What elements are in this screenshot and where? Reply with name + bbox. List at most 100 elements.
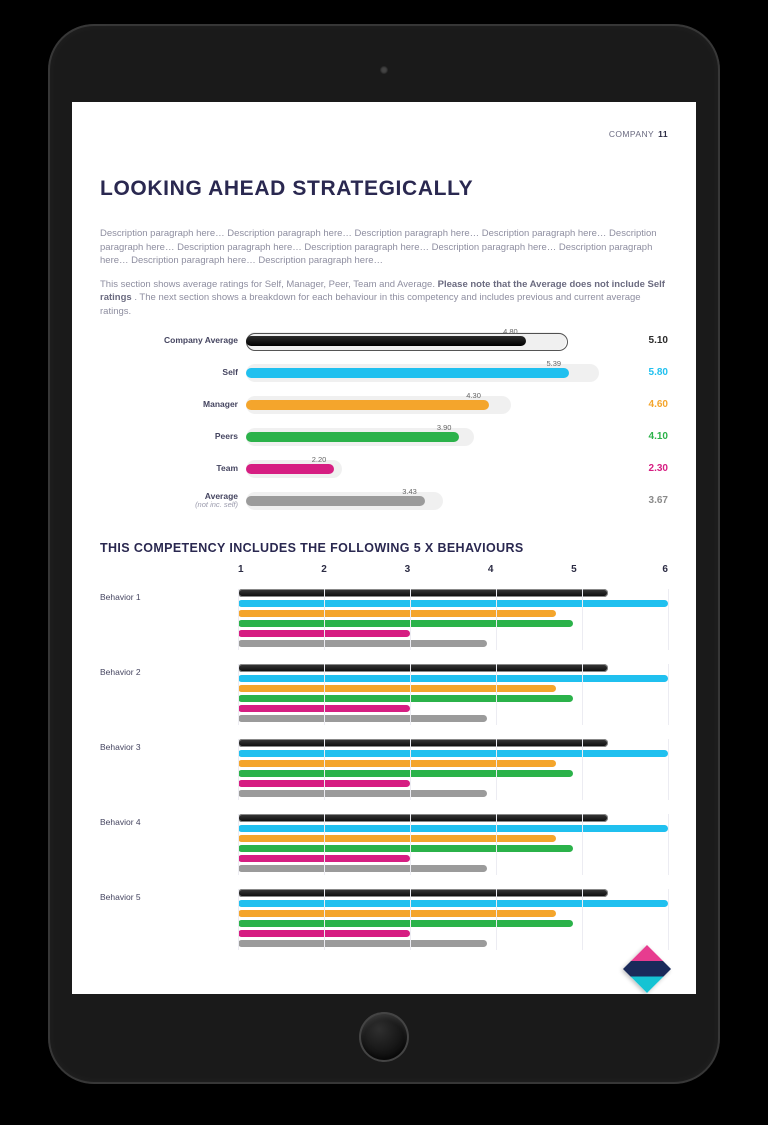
axis-tick: 3 xyxy=(405,563,488,578)
behaviour-bar-blue xyxy=(238,675,668,682)
summary-row-label: Self xyxy=(100,368,246,377)
summary-row: Manager4.304.60 xyxy=(100,393,668,417)
gridline xyxy=(238,889,239,950)
behaviour-row: Behavior 1 xyxy=(100,589,668,650)
summary-row-label: Company Average xyxy=(100,336,246,345)
gridline xyxy=(238,589,239,650)
behaviour-bar-black xyxy=(238,814,608,822)
summary-row-bar-value: 4.30 xyxy=(466,391,481,402)
summary-row-bar-value: 2.20 xyxy=(312,455,327,466)
brand-logo-icon xyxy=(623,945,671,993)
behaviour-bars xyxy=(238,589,668,650)
behaviour-bar-blue xyxy=(238,750,668,757)
summary-row-label: Manager xyxy=(100,400,246,409)
home-button[interactable] xyxy=(359,1012,409,1062)
note-paragraph: This section shows average ratings for S… xyxy=(100,278,668,319)
gridline xyxy=(324,814,325,875)
axis-tick: 6 xyxy=(654,563,668,578)
summary-row-score: 5.80 xyxy=(614,366,668,381)
behaviour-bar-gray xyxy=(238,865,487,872)
summary-row-track: 5.39 xyxy=(246,363,614,383)
behaviour-bar-green xyxy=(238,770,573,777)
gridline xyxy=(496,814,497,875)
gridline xyxy=(582,664,583,725)
summary-row-bar-value: 3.90 xyxy=(437,423,452,434)
page-header: COMPANY 11 xyxy=(100,128,668,140)
summary-row-bar: 4.80 xyxy=(246,336,526,346)
behaviour-bar-blue xyxy=(238,900,668,907)
summary-row-track: 3.43 xyxy=(246,491,614,511)
gridline xyxy=(324,739,325,800)
behaviour-bar-orange xyxy=(238,910,556,917)
summary-row: Company Average4.805.10 xyxy=(100,329,668,353)
behaviour-bar-gray xyxy=(238,640,487,647)
axis-labels: 123456 xyxy=(238,563,668,578)
axis-tick: 2 xyxy=(321,563,404,578)
behaviours-title: THIS COMPETENCY INCLUDES THE FOLLOWING 5… xyxy=(100,539,668,557)
summary-row-score: 4.60 xyxy=(614,398,668,413)
behaviour-label: Behavior 5 xyxy=(100,889,238,950)
gridline xyxy=(410,889,411,950)
gridline xyxy=(496,889,497,950)
note-pre: This section shows average ratings for S… xyxy=(100,279,438,290)
gridline xyxy=(410,739,411,800)
behaviour-label: Behavior 1 xyxy=(100,589,238,650)
report-page: COMPANY 11 LOOKING AHEAD STRATEGICALLY D… xyxy=(72,102,696,950)
gridline xyxy=(410,664,411,725)
gridline xyxy=(582,589,583,650)
behaviour-bar-blue xyxy=(238,600,668,607)
behaviour-bar-black xyxy=(238,739,608,747)
tablet-frame: COMPANY 11 LOOKING AHEAD STRATEGICALLY D… xyxy=(48,24,720,1084)
axis-tick: 5 xyxy=(571,563,654,578)
behaviour-bar-black xyxy=(238,589,608,597)
gridline xyxy=(324,889,325,950)
behaviour-bar-black xyxy=(238,889,608,897)
gridline xyxy=(582,814,583,875)
behaviour-bar-green xyxy=(238,845,573,852)
behaviour-bar-gray xyxy=(238,790,487,797)
gridline xyxy=(668,739,669,800)
note-post: . The next section shows a breakdown for… xyxy=(100,292,641,317)
gridline xyxy=(496,664,497,725)
summary-row-track: 4.80 xyxy=(246,331,614,351)
behaviour-row: Behavior 3 xyxy=(100,739,668,800)
axis-tick: 4 xyxy=(488,563,571,578)
behaviour-label: Behavior 3 xyxy=(100,739,238,800)
company-label: COMPANY xyxy=(609,128,654,140)
axis-tick: 1 xyxy=(238,563,321,578)
behaviour-row: Behavior 4 xyxy=(100,814,668,875)
gridline xyxy=(324,664,325,725)
behaviour-bar-orange xyxy=(238,760,556,767)
gridline xyxy=(238,814,239,875)
summary-row-bar-value: 3.43 xyxy=(402,487,417,498)
gridline xyxy=(668,889,669,950)
behaviour-bar-blue xyxy=(238,825,668,832)
behaviour-bars xyxy=(238,889,668,950)
summary-row-bar: 3.43 xyxy=(246,496,425,506)
behaviours-chart: 123456 Behavior 1Behavior 2Behavior 3Beh… xyxy=(100,563,668,951)
summary-row-label: Peers xyxy=(100,432,246,441)
stage: COMPANY 11 LOOKING AHEAD STRATEGICALLY D… xyxy=(0,0,768,1125)
summary-row-score: 5.10 xyxy=(614,334,668,349)
behaviour-label: Behavior 2 xyxy=(100,664,238,725)
behaviour-row: Behavior 5 xyxy=(100,889,668,950)
screen: COMPANY 11 LOOKING AHEAD STRATEGICALLY D… xyxy=(72,102,696,994)
behaviour-bars xyxy=(238,814,668,875)
summary-row: Peers3.904.10 xyxy=(100,425,668,449)
gridline xyxy=(238,739,239,800)
gridline xyxy=(582,739,583,800)
summary-row-bar-value: 4.80 xyxy=(503,327,518,338)
summary-row-bar: 4.30 xyxy=(246,400,489,410)
gridline xyxy=(496,739,497,800)
description-paragraph: Description paragraph here… Description … xyxy=(100,227,668,268)
gridline xyxy=(410,814,411,875)
behaviours-list: Behavior 1 Behavior 2 Behavior 3 Behavior 4… xyxy=(100,589,668,950)
summary-chart: Company Average4.805.10Self5.395.80Manag… xyxy=(100,329,668,513)
camera-icon xyxy=(380,66,388,74)
gridline xyxy=(668,814,669,875)
page-number: 11 xyxy=(658,128,668,140)
gridline xyxy=(582,889,583,950)
summary-row-sublabel: (not inc. self) xyxy=(100,501,238,509)
summary-row-bar: 5.39 xyxy=(246,368,569,378)
summary-row-score: 2.30 xyxy=(614,462,668,477)
